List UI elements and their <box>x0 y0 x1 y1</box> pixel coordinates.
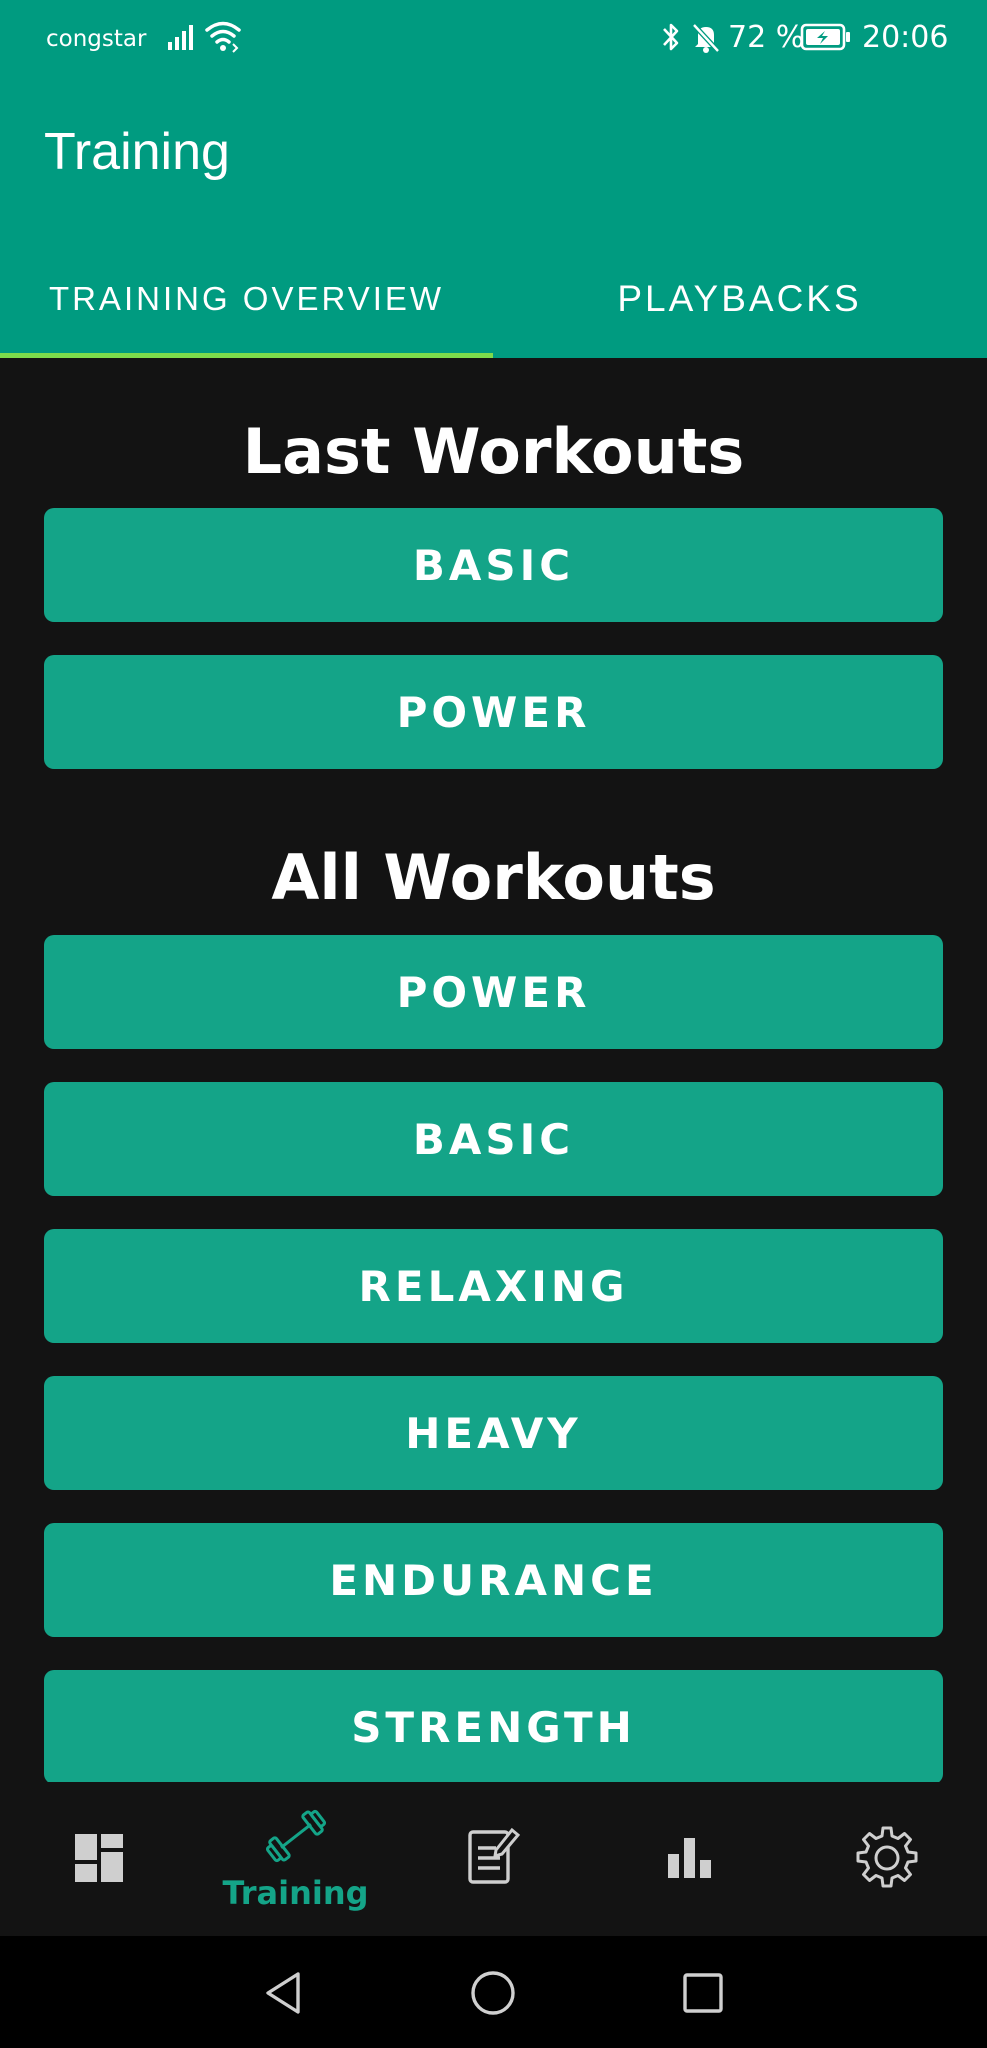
workout-button-strength[interactable]: STRENGTH <box>44 1670 943 1782</box>
home-icon[interactable] <box>466 1966 520 2020</box>
signal-icon <box>168 25 193 50</box>
nav-item-dashboard[interactable] <box>0 1782 197 1936</box>
dumbbell-icon <box>265 1809 326 1863</box>
bottom-navigation: Training <box>0 1782 987 1936</box>
nav-item-training[interactable]: Training <box>197 1782 394 1936</box>
nav-item-settings[interactable] <box>788 1782 985 1936</box>
recents-icon[interactable] <box>676 1966 730 2020</box>
last-workout-button-power[interactable]: POWER <box>44 655 943 769</box>
clock: 20:06 <box>862 20 949 55</box>
carrier-name: congstar <box>46 26 147 52</box>
tab-playbacks[interactable]: PLAYBACKS <box>493 254 986 358</box>
app-screen: congstar 72 % 20:06 Training TRAINING OV… <box>0 0 987 2048</box>
system-navigation-bar <box>0 1936 987 2048</box>
workout-button-heavy[interactable]: HEAVY <box>44 1376 943 1490</box>
notes-edit-icon <box>467 1827 520 1884</box>
all-workouts-heading: All Workouts <box>271 841 716 914</box>
back-icon[interactable] <box>258 1966 312 2020</box>
dashboard-icon <box>74 1834 123 1882</box>
tab-training-overview[interactable]: TRAINING OVERVIEW <box>0 254 493 358</box>
workout-button-endurance[interactable]: ENDURANCE <box>44 1523 943 1637</box>
gear-icon <box>856 1826 917 1888</box>
nav-label-training: Training <box>222 1874 369 1912</box>
workout-button-power[interactable]: POWER <box>44 935 943 1049</box>
training-overview-content[interactable]: Last Workouts BASIC POWER All Workouts P… <box>0 358 987 1782</box>
battery-charging-icon <box>800 23 850 51</box>
nav-item-notes[interactable] <box>394 1782 591 1936</box>
workout-button-basic[interactable]: BASIC <box>44 1082 943 1196</box>
tab-bar: TRAINING OVERVIEW PLAYBACKS <box>0 254 987 358</box>
nav-item-statistics[interactable] <box>591 1782 788 1936</box>
bell-off-icon <box>692 23 720 53</box>
top-header: congstar 72 % 20:06 Training TRAINING OV… <box>0 0 987 358</box>
page-title: Training <box>44 123 230 181</box>
battery-percent: 72 % <box>728 20 805 55</box>
status-bar: congstar 72 % 20:06 <box>0 0 987 76</box>
last-workout-button-basic[interactable]: BASIC <box>44 508 943 622</box>
last-workouts-heading: Last Workouts <box>242 415 745 488</box>
workout-button-relaxing[interactable]: RELAXING <box>44 1229 943 1343</box>
wifi-icon <box>205 21 241 53</box>
bar-chart-icon <box>667 1838 711 1878</box>
bluetooth-icon <box>663 23 679 51</box>
